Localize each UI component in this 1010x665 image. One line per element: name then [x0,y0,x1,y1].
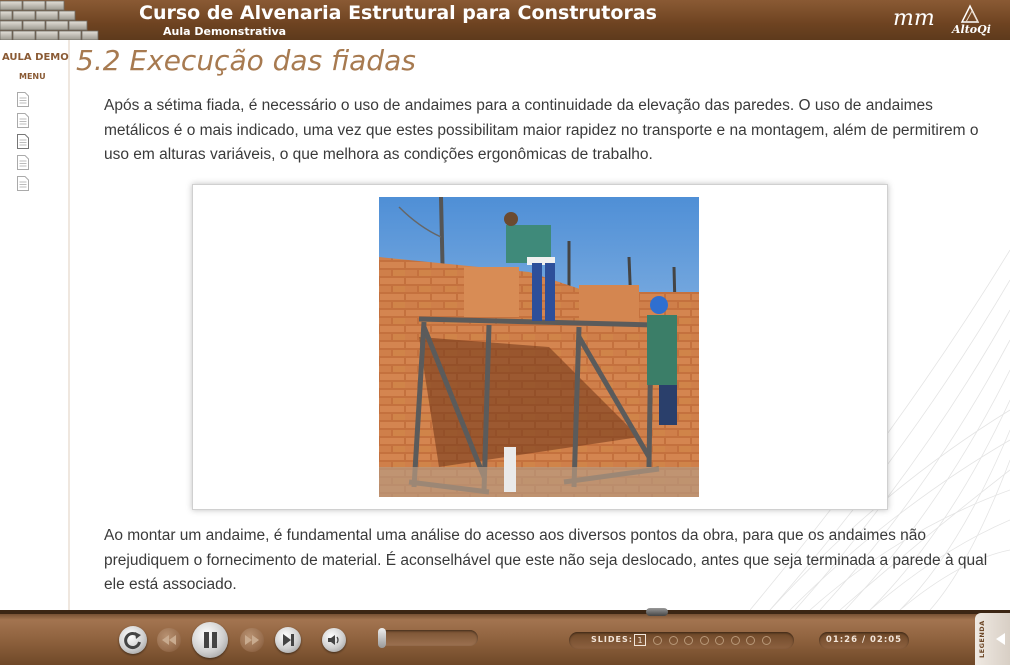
replay-button[interactable] [119,626,147,654]
slide-current-indicator[interactable]: 1 [634,634,646,646]
slide-dot-5[interactable] [699,636,709,645]
menu-item-1[interactable] [17,92,29,107]
page-icon [17,113,29,128]
pause-icon [204,632,217,648]
pause-button[interactable] [192,622,228,658]
page-icon [17,134,29,149]
page-title: 5.2 Execução das fiadas [76,44,416,77]
volume-slider[interactable] [378,630,478,646]
header-bar: Curso de Alvenaria Estrutural para Const… [0,0,1010,40]
menu-item-3[interactable] [17,134,29,149]
slide-dot-3[interactable] [668,636,678,645]
brick-wall-logo [0,0,99,40]
arrow-left-icon [996,633,1005,645]
slide-dot-4[interactable] [684,636,693,645]
menu-item-2[interactable] [17,113,29,128]
sidebar: AULA DEMO MENU [0,40,70,612]
paragraph-scaffolding-assembly: Ao montar um andaime, é fundamental uma … [104,527,988,593]
rewind-icon [162,635,176,645]
slide-dot-6[interactable] [715,636,724,645]
legenda-label: LEGENDA [978,620,986,658]
slides-label: SLIDES: [591,635,633,644]
photo-frame [192,184,888,510]
menu-item-5[interactable] [17,176,29,191]
page-icon [17,155,29,170]
slide-dot-8[interactable] [746,636,755,645]
aula-demo-label: AULA DEMO [2,52,69,63]
progress-track[interactable] [0,608,1010,616]
course-subtitle: Aula Demonstrativa [163,25,287,38]
menu-label: MENU [19,72,46,81]
skip-end-icon [283,634,294,646]
slide-dot-7[interactable] [730,636,740,645]
volume-knob[interactable] [378,628,386,648]
legenda-tab[interactable]: LEGENDA [975,613,1010,665]
paragraph-scaffolding-intro: Após a sétima fiada, é necessário o uso … [104,97,979,163]
progress-knob[interactable] [645,608,668,616]
rewind-button[interactable] [157,628,181,652]
volume-button[interactable] [322,628,346,652]
scaffolding-photo [379,197,699,497]
forward-icon [245,635,259,645]
slide-dot-9[interactable] [761,636,771,645]
altoqi-mark-icon [960,4,980,23]
forward-button[interactable] [240,628,264,652]
time-display: 01:26 / 02:05 [819,632,909,649]
page-icon [17,92,29,107]
page-icon [17,176,29,191]
replay-icon [124,632,141,649]
menu-item-4[interactable] [17,155,29,170]
volume-icon [328,635,339,645]
course-title: Curso de Alvenaria Estrutural para Const… [139,2,657,24]
skip-end-button[interactable] [275,627,301,653]
altoqi-logo: AltoQi [948,2,996,38]
mm-logo: mm [893,6,935,31]
slide-dot-2[interactable] [653,636,662,645]
slides-navigator: SLIDES: 1 [569,632,794,649]
